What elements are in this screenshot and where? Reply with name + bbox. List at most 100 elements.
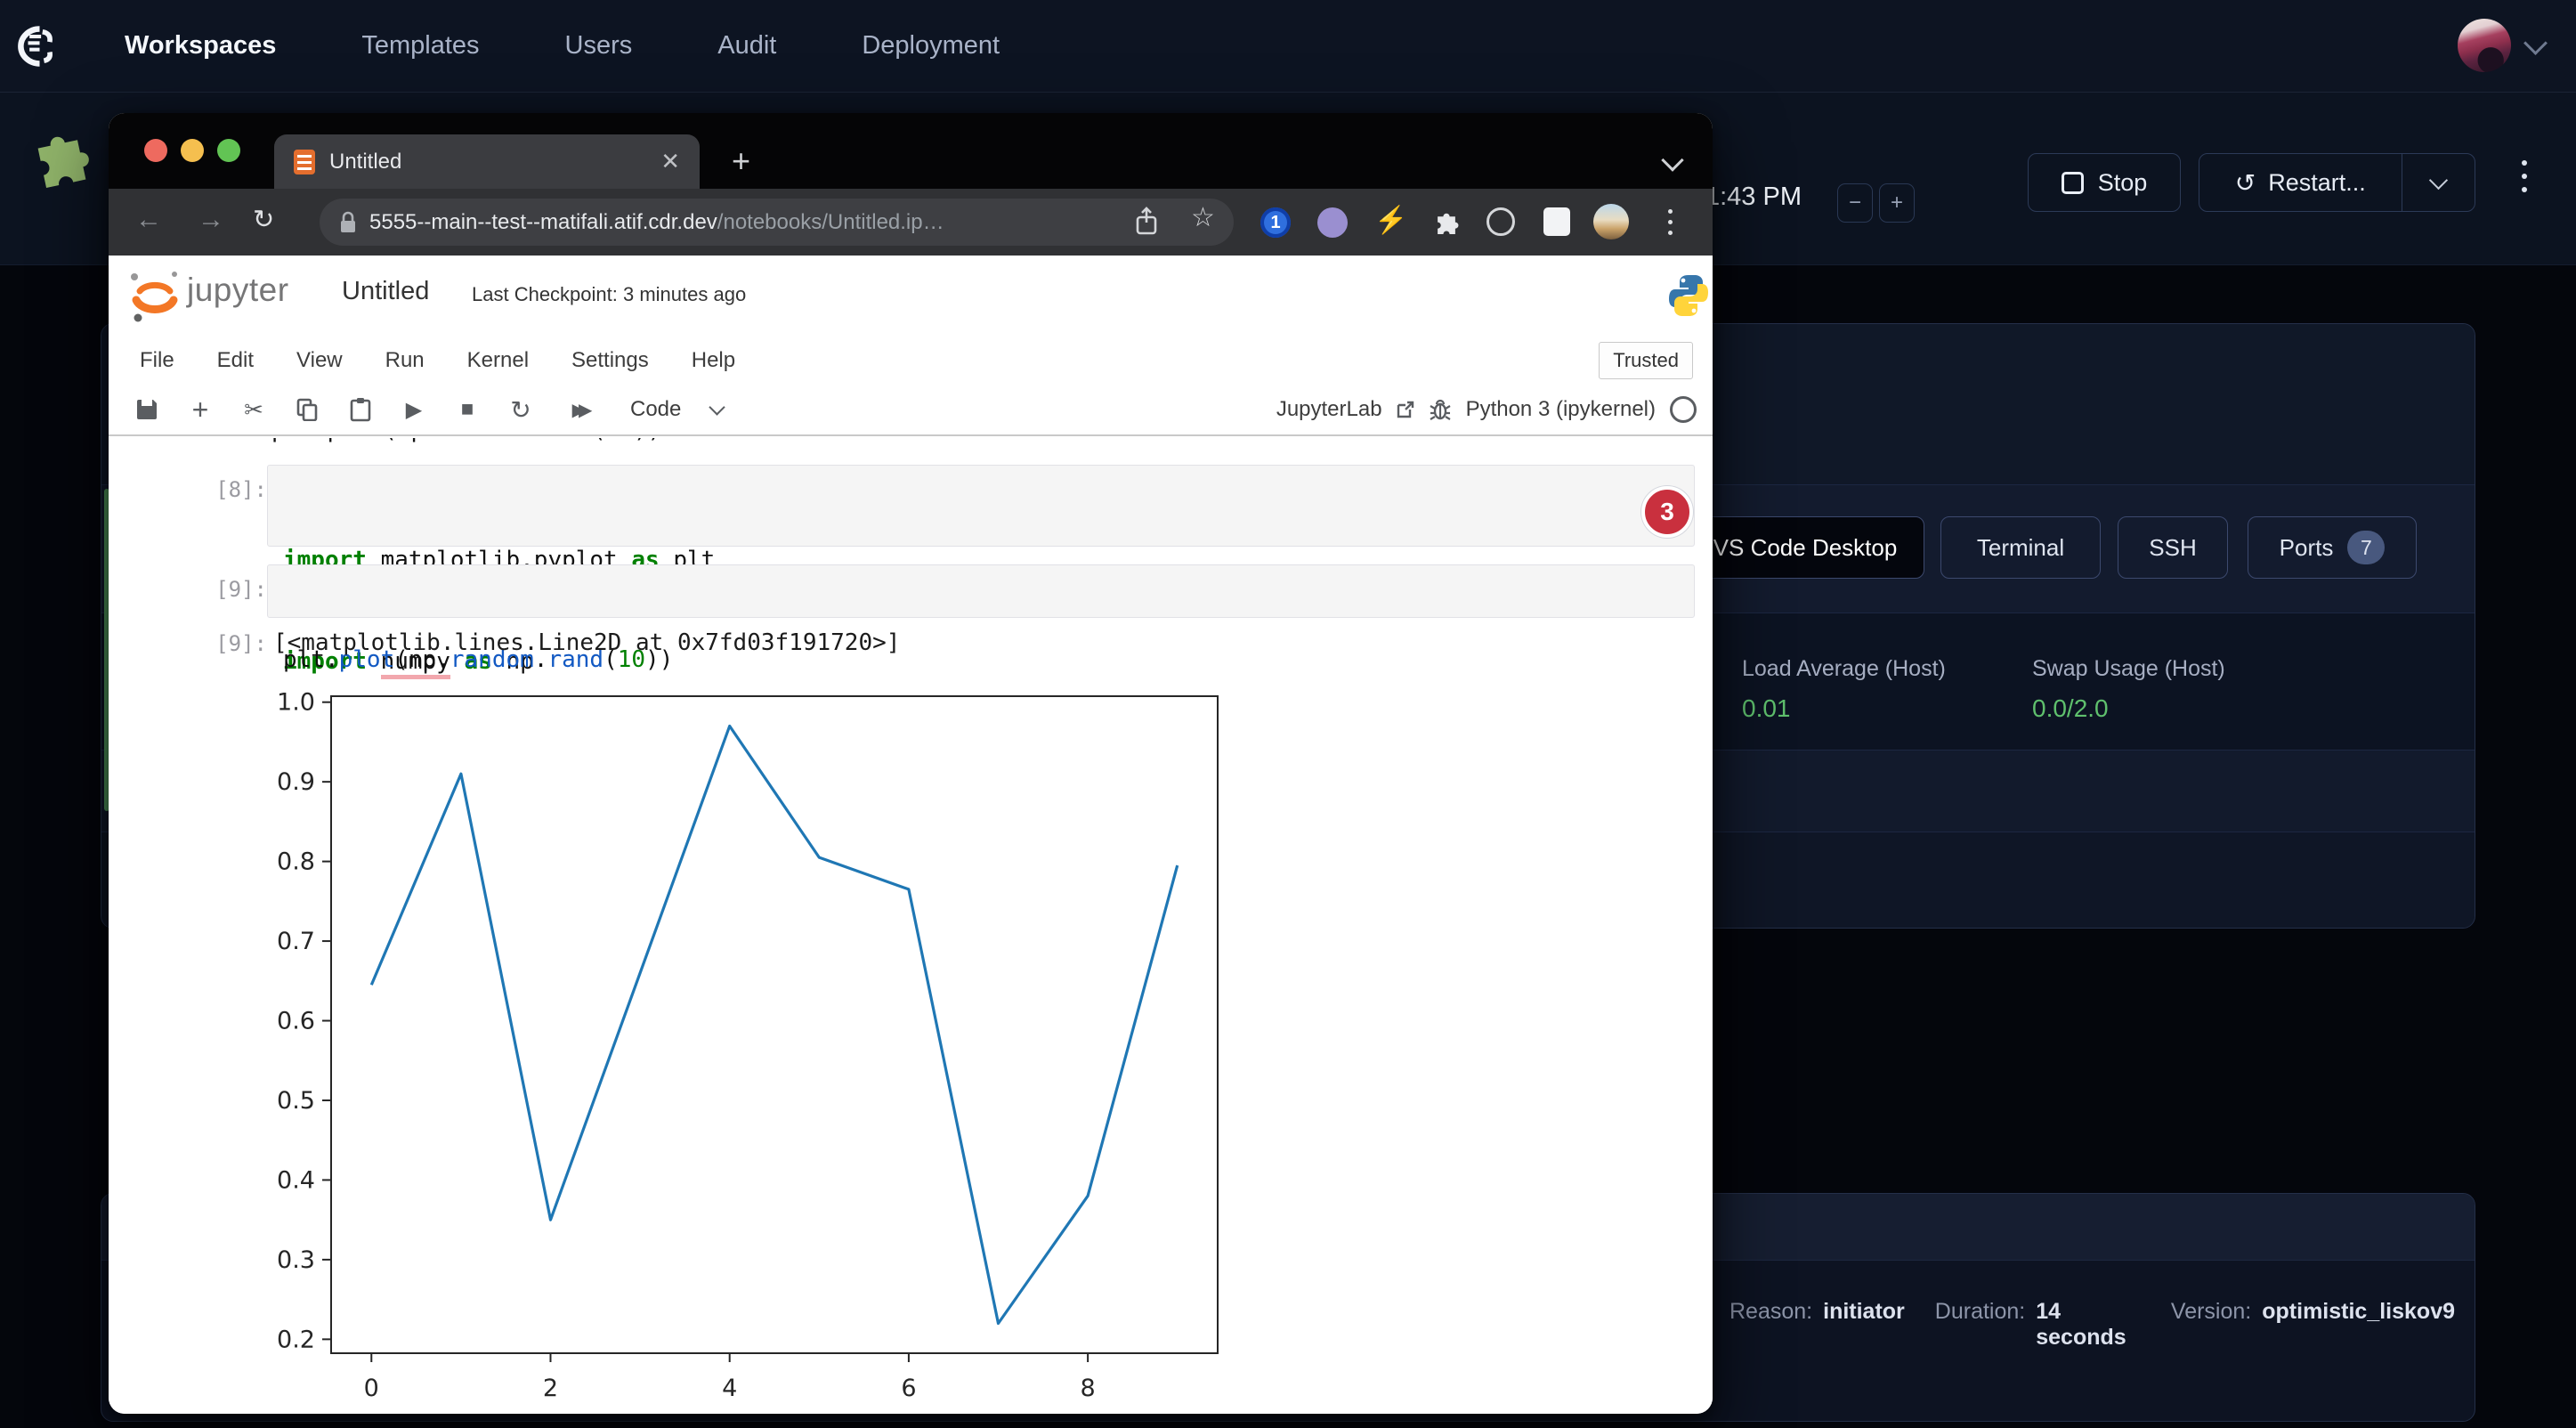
chevron-down-icon — [2429, 171, 2448, 190]
app-button-ssh[interactable]: SSH — [2118, 516, 2228, 579]
stop-icon — [2062, 172, 2084, 194]
menu-file[interactable]: File — [140, 348, 174, 373]
notification-count-badge: 3 — [1641, 486, 1693, 538]
save-button[interactable] — [132, 398, 162, 421]
scrolled-cell-sliver: plt.plot(np.random.rand(10)) — [271, 438, 1340, 446]
close-window-button[interactable] — [144, 139, 167, 162]
user-avatar[interactable] — [2458, 19, 2511, 72]
svg-text:0.4: 0.4 — [277, 1166, 315, 1194]
svg-text:0.7: 0.7 — [277, 928, 315, 955]
jupyter-toolbar: + ✂ ▶ ■ ↻ ▶▶ Code JupyterLab Python 3 (i… — [109, 385, 1713, 436]
nav-item-workspaces[interactable]: Workspaces — [125, 31, 276, 61]
svg-text:0.6: 0.6 — [277, 1008, 315, 1035]
kernel-name[interactable]: Python 3 (ipykernel) — [1466, 397, 1656, 422]
password-manager-extension-icon[interactable]: 1 — [1260, 207, 1291, 238]
bookmark-star-icon[interactable]: ☆ — [1191, 202, 1215, 233]
jupyter-menubar: File Edit View Run Kernel Settings Help … — [109, 337, 1713, 385]
chevron-down-icon — [709, 399, 725, 415]
svg-text:1.0: 1.0 — [277, 689, 315, 717]
duration-value: 14 seconds — [2036, 1299, 2141, 1351]
notebook-title[interactable]: Untitled — [342, 277, 429, 306]
menu-kernel[interactable]: Kernel — [467, 348, 529, 373]
copy-cells-button[interactable] — [292, 398, 322, 421]
reload-button[interactable]: ↻ — [253, 204, 274, 235]
cell-output-text: [<matplotlib.lines.Line2D at 0x7fd03f191… — [273, 629, 900, 656]
app-button-ports[interactable]: Ports 7 — [2248, 516, 2417, 579]
svg-text:0.2: 0.2 — [277, 1326, 315, 1353]
matplotlib-line-chart: 0.20.30.40.50.60.70.80.91.002468 — [251, 677, 1381, 1407]
new-tab-button[interactable]: + — [732, 145, 750, 177]
browser-menu-button[interactable] — [1668, 209, 1673, 235]
checkpoint-status: Last Checkpoint: 3 minutes ago — [472, 283, 746, 306]
monkey-extension-icon[interactable] — [1486, 207, 1515, 236]
menu-edit[interactable]: Edit — [217, 348, 254, 373]
browser-window: Untitled ✕ + ← → ↻ 5555--main--test--mat… — [109, 113, 1713, 1414]
coder-logo-icon[interactable] — [11, 21, 57, 71]
trusted-button[interactable]: Trusted — [1599, 342, 1693, 379]
external-link-icon[interactable] — [1397, 401, 1414, 418]
jupyterlab-link[interactable]: JupyterLab — [1276, 397, 1382, 422]
workspace-menu-button[interactable] — [2522, 160, 2529, 192]
menu-settings[interactable]: Settings — [571, 348, 649, 373]
back-button[interactable]: ← — [135, 205, 162, 235]
app-button-vscode-desktop[interactable]: VS Code Desktop — [1686, 516, 1924, 579]
forward-button[interactable]: → — [198, 205, 224, 235]
nav-item-templates[interactable]: Templates — [361, 31, 479, 61]
close-tab-icon[interactable]: ✕ — [660, 148, 680, 175]
minimize-window-button[interactable] — [181, 139, 204, 162]
jupyter-header: jupyter Untitled Last Checkpoint: 3 minu… — [109, 256, 1713, 337]
cell-type-dropdown[interactable]: Code — [630, 397, 723, 422]
chevron-down-icon[interactable] — [2523, 31, 2548, 55]
nav-item-deployment[interactable]: Deployment — [862, 31, 1000, 61]
lightning-extension-icon[interactable]: ⚡ — [1374, 205, 1407, 236]
jupyter-logo-icon — [128, 268, 180, 323]
app-button-terminal[interactable]: Terminal — [1940, 516, 2101, 579]
add-cell-button[interactable]: + — [185, 394, 215, 426]
paste-cells-button[interactable] — [345, 397, 376, 422]
cut-cells-button[interactable]: ✂ — [239, 396, 269, 424]
reader-extension-icon[interactable] — [1543, 207, 1570, 236]
tab-search-chevron-icon[interactable] — [1661, 149, 1683, 171]
svg-text:0: 0 — [364, 1375, 379, 1402]
code-cell-9[interactable]: plt.plot(np.random.rand(10)) — [267, 564, 1695, 618]
address-bar[interactable]: 5555--main--test--matifali.atif.cdr.dev/… — [320, 199, 1234, 246]
browser-tab-title: Untitled — [329, 150, 660, 174]
stop-workspace-button[interactable]: Stop — [2028, 153, 2181, 212]
debugger-bug-icon[interactable] — [1429, 398, 1452, 421]
extensions-puzzle-icon[interactable] — [1431, 207, 1462, 238]
svg-text:0.5: 0.5 — [277, 1087, 315, 1115]
menu-help[interactable]: Help — [692, 348, 735, 373]
zoom-in-button[interactable]: + — [1879, 183, 1915, 223]
output-prompt: [9]: — [189, 631, 267, 656]
maximize-window-button[interactable] — [217, 139, 240, 162]
kernel-status-icon — [1670, 396, 1697, 423]
run-cell-button[interactable]: ▶ — [399, 397, 429, 423]
jupyter-brand: jupyter — [187, 272, 289, 309]
browser-tab[interactable]: Untitled ✕ — [274, 134, 700, 189]
github-extension-icon[interactable] — [1317, 207, 1348, 238]
interrupt-kernel-button[interactable]: ■ — [452, 397, 482, 422]
restart-icon: ↺ — [2235, 168, 2256, 198]
restart-run-all-button[interactable]: ▶▶ — [559, 399, 598, 421]
menu-view[interactable]: View — [296, 348, 343, 373]
share-icon[interactable] — [1134, 207, 1159, 237]
restart-kernel-button[interactable]: ↻ — [506, 395, 536, 425]
browser-profile-avatar[interactable] — [1593, 204, 1629, 239]
restart-dropdown-button[interactable] — [2402, 154, 2475, 211]
code-cell-8[interactable]: import matplotlib.pyplot as plt import n… — [267, 465, 1695, 547]
nav-item-audit[interactable]: Audit — [717, 31, 776, 61]
browser-tabstrip: Untitled ✕ + — [109, 113, 1713, 189]
svg-text:8: 8 — [1081, 1375, 1096, 1402]
stat-swap-usage: Swap Usage (Host) 0.0/2.0 — [2032, 656, 2225, 723]
nav-item-users[interactable]: Users — [565, 31, 633, 61]
zoom-out-button[interactable]: − — [1837, 183, 1873, 223]
duration-label: Duration: — [1935, 1299, 2025, 1325]
restart-workspace-button[interactable]: ↺ Restart... — [2199, 153, 2475, 212]
notebook-favicon-icon — [294, 150, 315, 174]
reason-value: initiator — [1823, 1299, 1905, 1325]
svg-text:0.9: 0.9 — [277, 768, 315, 796]
cell-prompt: [9]: — [189, 577, 267, 602]
menu-run[interactable]: Run — [385, 348, 425, 373]
nav-items: Workspaces Templates Users Audit Deploym… — [125, 31, 1000, 61]
version-value: optimistic_liskov9 — [2262, 1299, 2455, 1325]
